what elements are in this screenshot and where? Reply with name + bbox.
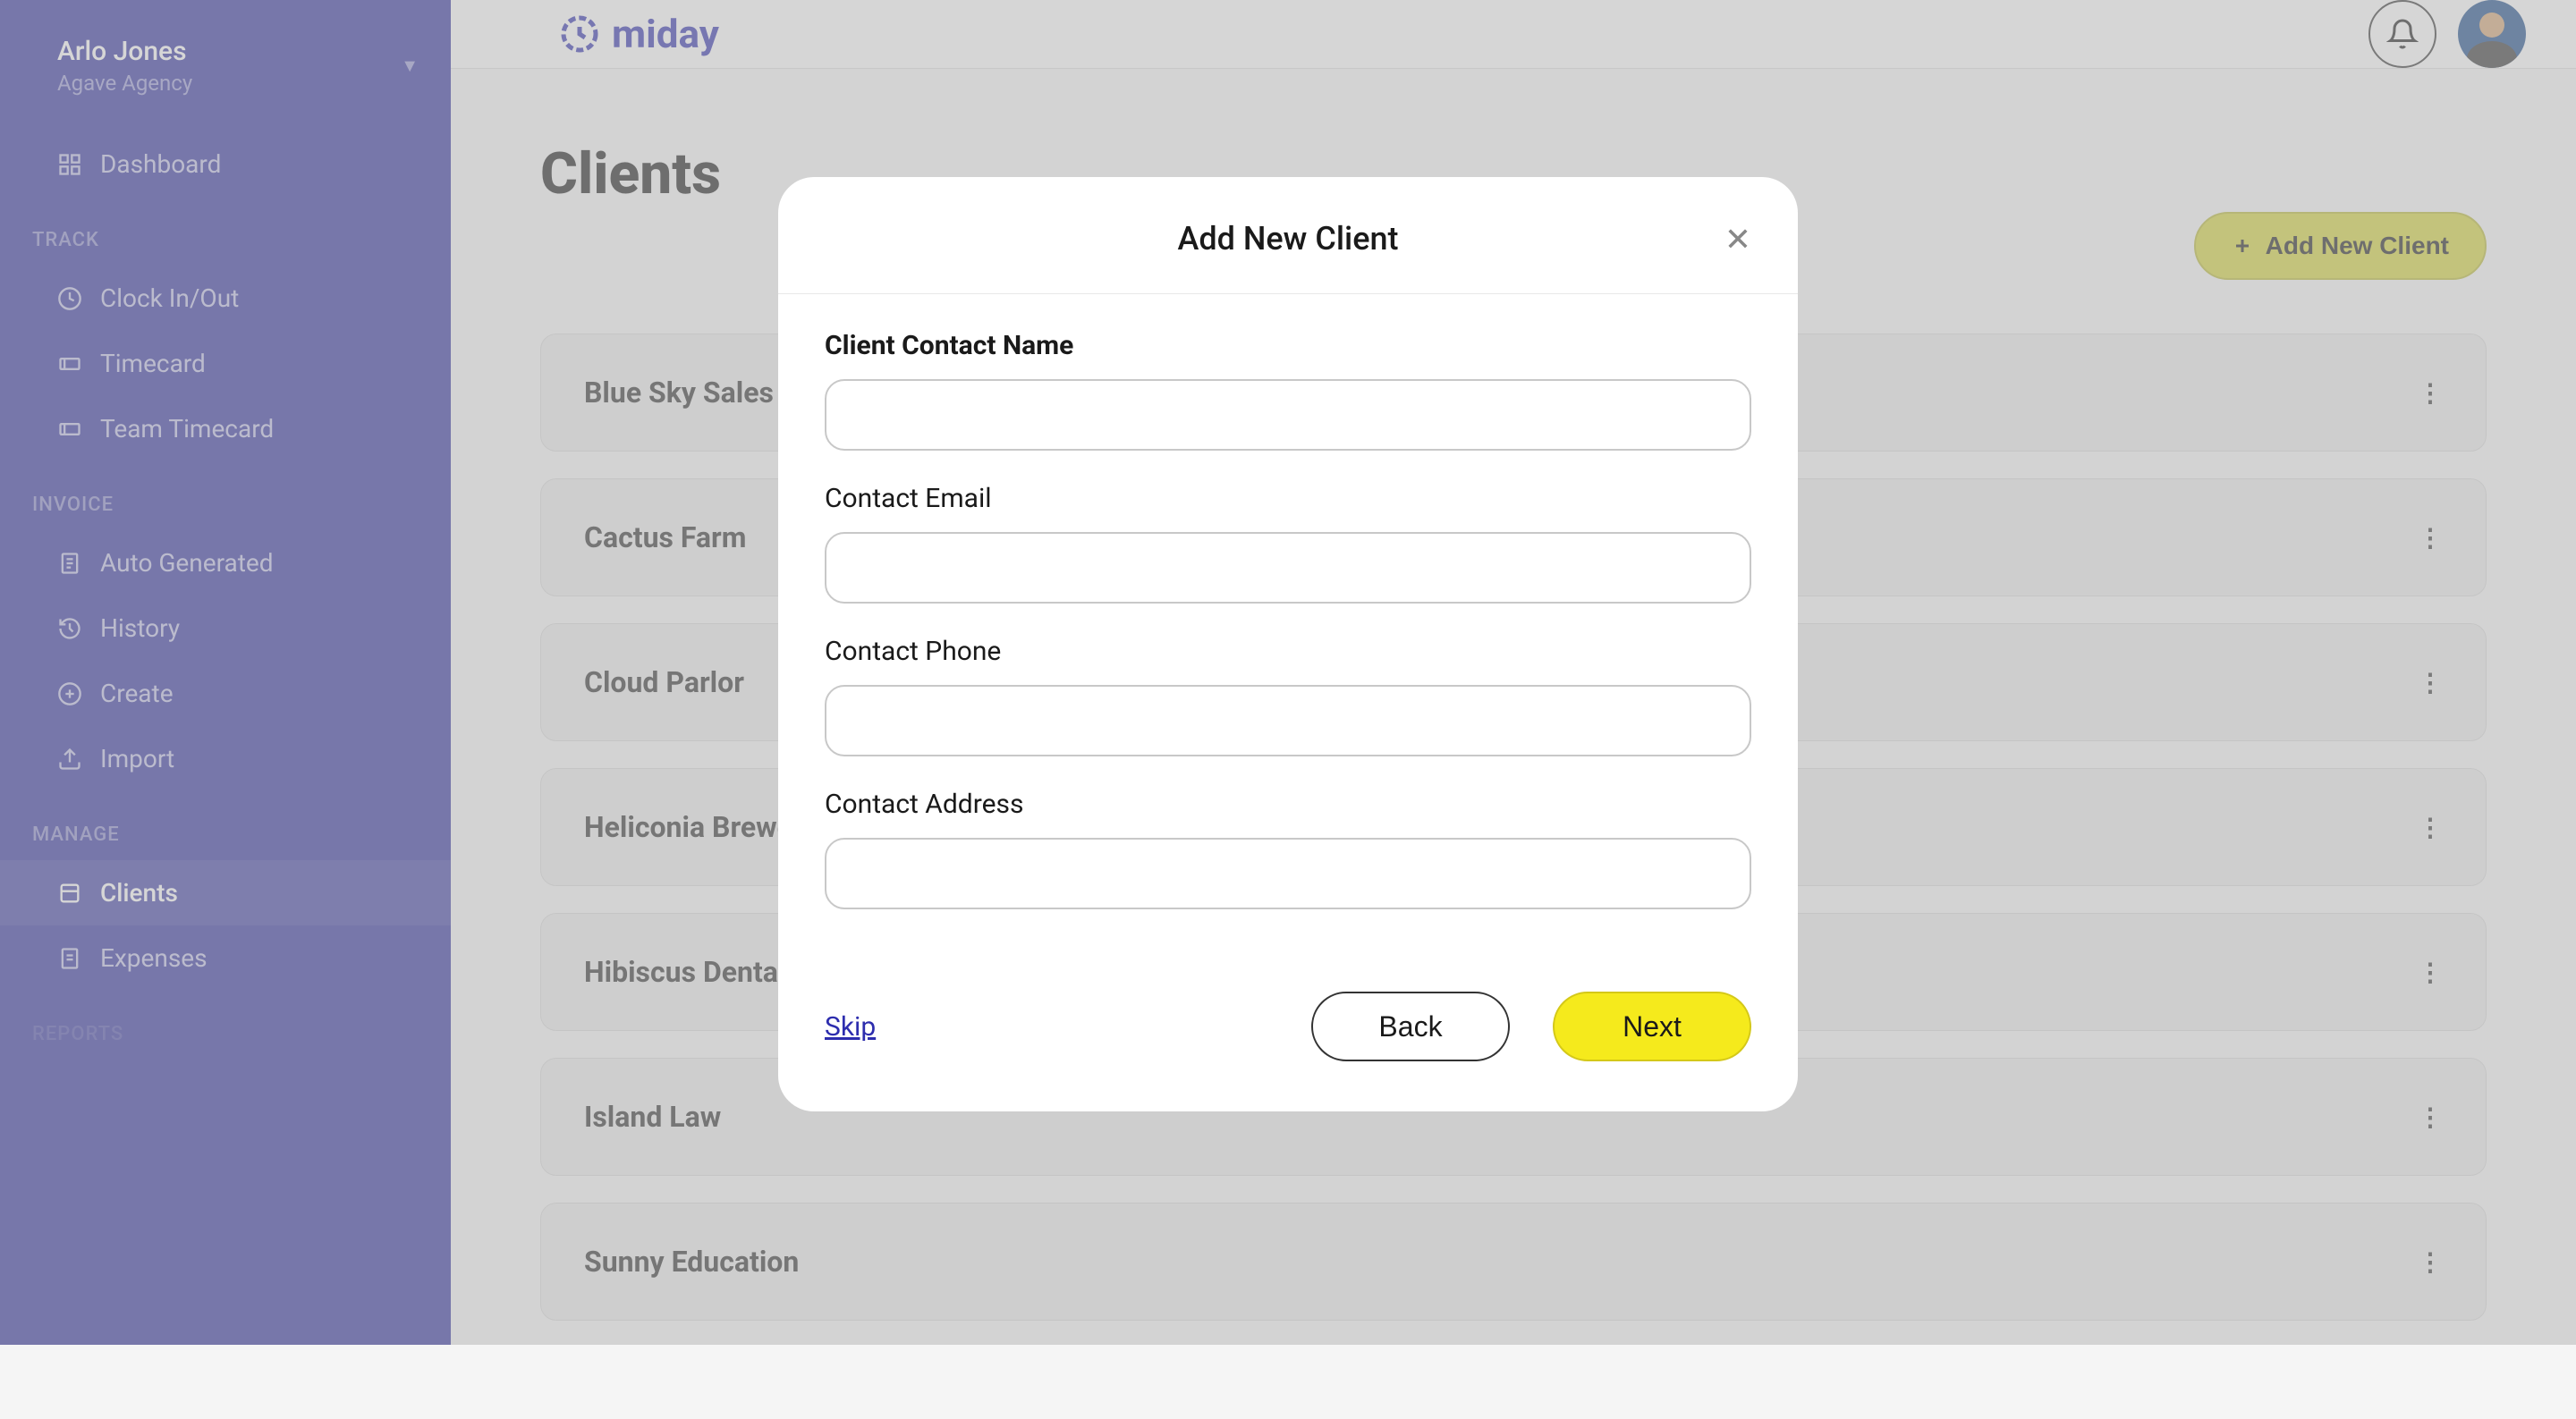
contact-name-input[interactable] xyxy=(825,379,1751,451)
back-button[interactable]: Back xyxy=(1311,992,1510,1061)
contact-name-label: Client Contact Name xyxy=(825,330,1751,361)
contact-address-input[interactable] xyxy=(825,838,1751,909)
add-client-modal: Add New Client ✕ Client Contact Name Con… xyxy=(778,177,1798,1111)
next-button[interactable]: Next xyxy=(1553,992,1751,1061)
contact-address-label: Contact Address xyxy=(825,789,1751,820)
skip-link[interactable]: Skip xyxy=(825,1011,876,1043)
modal-title: Add New Client xyxy=(832,220,1744,258)
close-icon[interactable]: ✕ xyxy=(1724,224,1751,256)
modal-overlay[interactable]: Add New Client ✕ Client Contact Name Con… xyxy=(0,0,2576,1345)
contact-phone-label: Contact Phone xyxy=(825,636,1751,667)
contact-email-label: Contact Email xyxy=(825,483,1751,514)
contact-email-input[interactable] xyxy=(825,532,1751,604)
contact-phone-input[interactable] xyxy=(825,685,1751,756)
